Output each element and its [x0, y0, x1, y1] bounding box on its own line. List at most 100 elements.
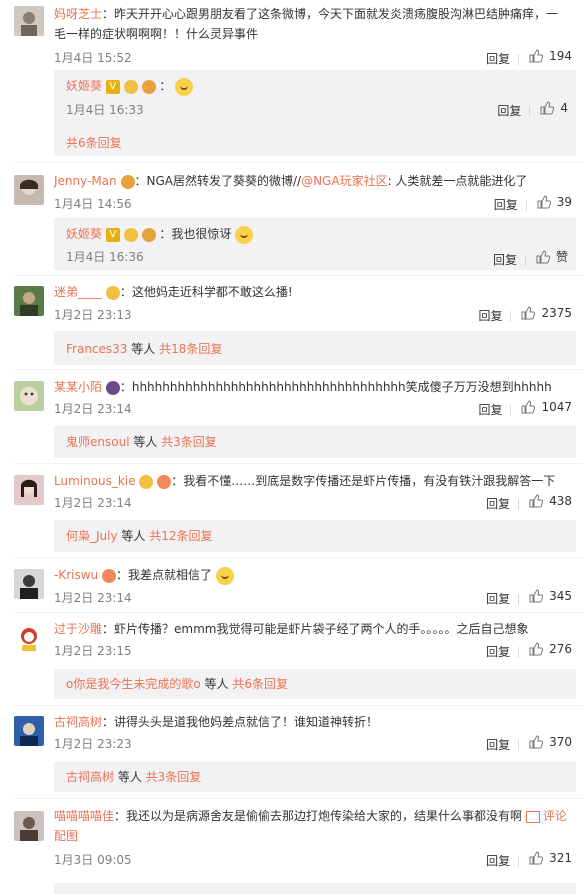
surprised-emoji-icon: [235, 225, 254, 244]
like-button[interactable]: 194: [529, 49, 572, 63]
reply-button[interactable]: 回复: [486, 852, 510, 869]
more-replies-link[interactable]: 共6条回复: [232, 677, 288, 691]
comment-item: Jenny-Man ：NGA居然转发了葵葵的微博//@NGA玩家社区: 人类就差…: [0, 166, 584, 276]
thumbs-up-icon: [521, 306, 536, 320]
sub-username[interactable]: 妖姬葵: [66, 79, 102, 93]
divider: [518, 740, 520, 751]
user-avatar[interactable]: [14, 623, 44, 653]
comment-text: ：我差点就相信了: [115, 568, 212, 582]
comment-item: 过于沙雕：虾片传播？emmm我觉得可能是虾片袋子经了两个人的手。。。。。之后自己…: [0, 613, 584, 703]
like-button[interactable]: 321: [529, 851, 572, 865]
thumbs-up-icon: [536, 249, 550, 264]
thumbs-up-icon: [540, 101, 555, 115]
user-avatar[interactable]: [14, 811, 44, 841]
comment-time: 1月2日 23:23: [54, 737, 132, 751]
more-replies-link[interactable]: 共6条回复: [66, 134, 122, 151]
reply-button[interactable]: 回复: [486, 643, 510, 660]
like-count: 赞: [555, 250, 568, 264]
image-icon: [525, 810, 540, 823]
reply-user-link[interactable]: 古祠高树: [66, 770, 114, 784]
sub-text: ：: [159, 79, 172, 93]
comment-time: 1月2日 23:15: [54, 644, 132, 658]
user-avatar[interactable]: [14, 175, 44, 205]
comment-text: ：虾片传播？emmm我觉得可能是虾片袋子经了两个人的手。。。。。之后自己想象: [102, 622, 529, 636]
comment-username[interactable]: -Kriswu: [54, 568, 98, 582]
like-count: 39: [556, 195, 572, 209]
more-replies-link[interactable]: 共12条回复: [149, 529, 212, 543]
user-avatar[interactable]: [14, 569, 44, 599]
thumbs-up-icon: [521, 400, 536, 414]
like-count: 438: [549, 494, 572, 508]
user-avatar[interactable]: [14, 381, 44, 411]
reply-button[interactable]: 回复: [493, 251, 517, 268]
sub-comment-box: 妖姬葵 V ：我也很惊讶 1月4日 16:36 回复 赞: [54, 218, 576, 270]
user-avatar[interactable]: [14, 6, 44, 36]
divider: [510, 311, 512, 322]
reply-summary-text: 等人: [200, 677, 233, 691]
comment-text: ：NGA居然转发了葵葵的微博//: [134, 174, 302, 188]
level-badge-icon: [101, 568, 116, 583]
comment-username[interactable]: 喵喵喵喵佳: [54, 809, 114, 823]
like-button[interactable]: 4: [540, 101, 568, 115]
like-button[interactable]: 438: [529, 494, 572, 508]
vip-v-icon: V: [105, 227, 120, 242]
mention-link[interactable]: @NGA玩家社区: [301, 174, 388, 188]
like-button[interactable]: 276: [529, 642, 572, 656]
comment-username[interactable]: Luminous_kie: [54, 474, 136, 488]
more-replies-link[interactable]: 共18条回复: [159, 342, 222, 356]
comment-text: : 人类就差一点就能进化了: [387, 174, 528, 188]
reply-button[interactable]: 回复: [478, 401, 502, 418]
divider: [529, 106, 531, 117]
comment-item: 妈呀芝士：昨天开开心心跟男朋友看了这条微博，今天下面就发炎溃疡腹股沟淋巴结肿痛痒…: [0, 0, 584, 160]
level-badge-icon: [141, 227, 156, 242]
reply-button[interactable]: 回复: [494, 196, 518, 213]
sub-username[interactable]: 妖姬葵: [66, 227, 102, 241]
user-avatar[interactable]: [14, 475, 44, 505]
reply-user-link[interactable]: 鬼师ensoul: [66, 435, 130, 449]
divider: [14, 162, 584, 163]
user-avatar[interactable]: [14, 286, 44, 316]
comment-username[interactable]: 妈呀芝士: [54, 7, 102, 21]
reply-user-link[interactable]: 何枭_July: [66, 529, 118, 543]
smile-emoji-icon: [175, 77, 194, 96]
like-button[interactable]: 39: [537, 195, 572, 209]
like-button[interactable]: 345: [529, 589, 572, 603]
level-badge-icon: [105, 380, 120, 395]
like-button[interactable]: 370: [529, 735, 572, 749]
reply-summary-text: 等人: [117, 529, 150, 543]
sub-text: ：我也很惊讶: [159, 227, 232, 241]
laughing-emoji-icon: [215, 566, 234, 585]
divider: [518, 499, 520, 510]
comment-time: 1月2日 23:14: [54, 402, 132, 416]
reply-button[interactable]: 回复: [486, 50, 510, 67]
reply-button[interactable]: 回复: [478, 307, 502, 324]
comment-username[interactable]: 迷弟____: [54, 285, 102, 299]
reply-button[interactable]: 回复: [486, 495, 510, 512]
user-avatar[interactable]: [14, 716, 44, 746]
divider: [518, 856, 520, 867]
like-button[interactable]: 1047: [521, 400, 572, 414]
more-replies-link[interactable]: 共3条回复: [161, 435, 217, 449]
comment-username[interactable]: 过于沙雕: [54, 622, 102, 636]
reply-button[interactable]: 回复: [486, 590, 510, 607]
reply-user-link[interactable]: Frances33: [66, 342, 127, 356]
sub-comment-box: [54, 883, 576, 894]
divider: [525, 200, 527, 211]
like-count: 2375: [541, 306, 572, 320]
reply-button[interactable]: 回复: [497, 102, 521, 119]
sub-comment-box: Frances33 等人 共18条回复: [54, 331, 576, 365]
comment-item: 某某小陌 ：hhhhhhhhhhhhhhhhhhhhhhhhhhhhhhhhhh…: [0, 370, 584, 464]
comment-username[interactable]: Jenny-Man: [54, 174, 117, 188]
comment-username[interactable]: 古祠高树: [54, 715, 102, 729]
reply-button[interactable]: 回复: [486, 736, 510, 753]
comment-time: 1月3日 09:05: [54, 853, 132, 867]
comment-text: ：我看不懂……到底是数字传播还是虾片传播，有没有铁汁跟我解答一下: [171, 474, 556, 488]
reply-user-link[interactable]: o你是我今生未完成的歌o: [66, 677, 201, 691]
like-count: 194: [549, 49, 572, 63]
more-replies-link[interactable]: 共3条回复: [146, 770, 202, 784]
thumbs-up-icon: [529, 494, 544, 508]
like-button[interactable]: 2375: [521, 306, 572, 320]
comment-username[interactable]: 某某小陌: [54, 380, 102, 394]
like-button[interactable]: 赞: [536, 248, 568, 265]
divider: [510, 405, 512, 416]
